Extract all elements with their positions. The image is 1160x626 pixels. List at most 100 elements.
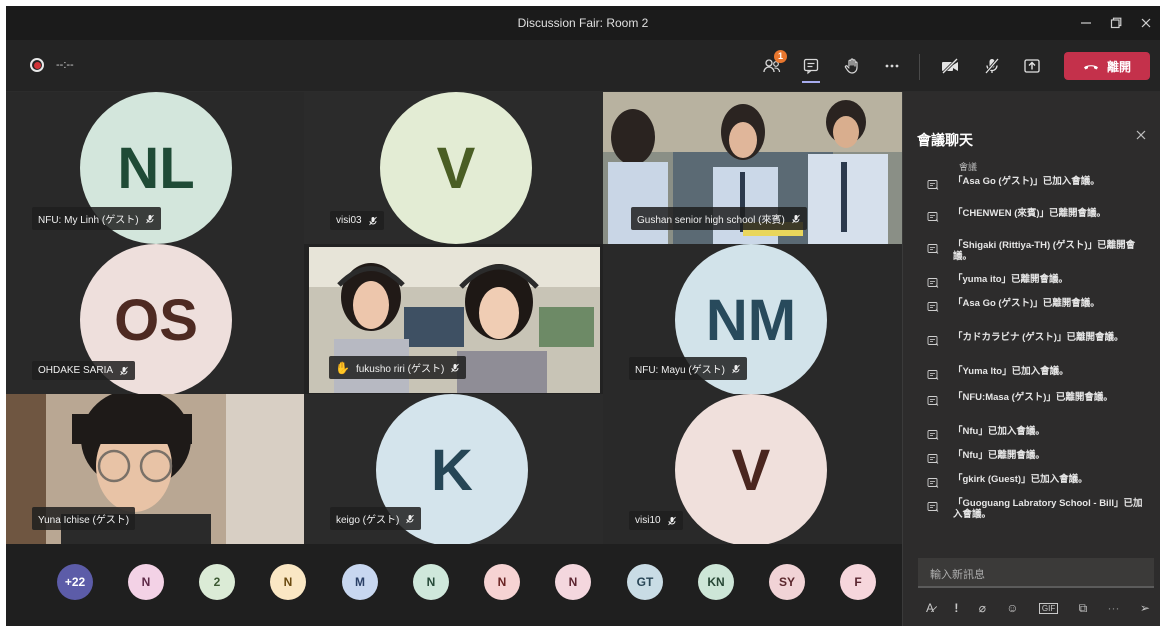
mic-muted-icon bbox=[667, 516, 676, 525]
chat-icon bbox=[803, 58, 819, 75]
participant-initials: SY bbox=[778, 575, 795, 589]
message-compose-input[interactable]: 輸入新訊息 bbox=[918, 558, 1154, 588]
chat-system-message: 「Nfu」已離開會議。 bbox=[927, 450, 1147, 465]
participant-tile[interactable]: V visi10 bbox=[603, 394, 902, 544]
chat-system-message: 「gkirk (Guest)」已加入會議。 bbox=[927, 474, 1147, 489]
avatar-initials: V bbox=[436, 135, 476, 201]
camera-off-icon bbox=[941, 57, 959, 75]
participant-avatar[interactable]: M bbox=[342, 564, 378, 600]
participant-tile[interactable]: K keigo (ゲスト) bbox=[304, 394, 603, 544]
mic-muted-icon bbox=[451, 363, 460, 372]
participants-badge: 1 bbox=[774, 50, 787, 63]
participant-name-label: NFU: My Linh (ゲスト) bbox=[32, 207, 161, 230]
toolbar-separator bbox=[919, 54, 920, 80]
leave-button[interactable]: 離開 bbox=[1064, 52, 1150, 80]
participant-initials: 2 bbox=[213, 575, 221, 589]
participant-avatar[interactable]: GT bbox=[627, 564, 663, 600]
participant-tile[interactable]: V visi03 bbox=[304, 92, 603, 244]
participant-name: Yuna Ichise (ゲスト) bbox=[38, 515, 130, 526]
chat-toggle-button[interactable] bbox=[797, 52, 825, 80]
participant-avatar[interactable]: N bbox=[270, 564, 306, 600]
chat-system-message: 「Yuma Ito」已加入會議。 bbox=[927, 366, 1147, 381]
close-icon[interactable] bbox=[1126, 6, 1160, 40]
important-icon[interactable]: ! bbox=[954, 601, 958, 615]
meeting-event-icon bbox=[927, 180, 939, 190]
chat-system-message: 「CHENWEN (來賓)」已離開會議。 bbox=[927, 208, 1147, 223]
avatar-initials: V bbox=[731, 437, 771, 503]
chat-system-message: 「Shigaki (Rittiya-TH) (ゲスト)」已離開會議。 bbox=[927, 240, 1147, 262]
chat-message-text: 「CHENWEN (來賓)」已離開會議。 bbox=[953, 208, 1107, 219]
participant-initials: N bbox=[141, 575, 151, 589]
mic-toggle-button[interactable] bbox=[978, 52, 1006, 80]
chat-message-text: 「yuma ito」已離開會議。 bbox=[953, 274, 1069, 285]
participant-avatar[interactable]: 2 bbox=[199, 564, 235, 600]
attach-icon[interactable]: ⌀ bbox=[979, 601, 986, 615]
more-options-icon[interactable]: ··· bbox=[1108, 601, 1120, 615]
meeting-event-icon bbox=[927, 302, 939, 312]
chat-system-message: 「NFU:Masa (ゲスト)」已離開會議。 bbox=[927, 392, 1147, 407]
participant-name: NFU: Mayu (ゲスト) bbox=[635, 365, 725, 376]
gif-icon[interactable]: GIF bbox=[1038, 602, 1059, 614]
participant-video-tile[interactable]: Gushan senior high school (來賓) bbox=[603, 92, 902, 244]
participant-tile[interactable]: OS OHDAKE SARIA bbox=[6, 244, 304, 394]
mic-muted-icon bbox=[732, 364, 740, 373]
participants-button[interactable]: 1 bbox=[758, 50, 787, 80]
participant-tile[interactable]: NL NFU: My Linh (ゲスト) bbox=[6, 92, 304, 244]
meeting-event-icon bbox=[927, 430, 939, 440]
participant-avatar[interactable]: N bbox=[484, 564, 520, 600]
participant-initials: N bbox=[568, 575, 578, 589]
participant-avatar[interactable]: N bbox=[555, 564, 591, 600]
participant-video-tile[interactable]: ✋ fukusho riri (ゲスト) bbox=[309, 247, 600, 393]
participant-name: visi03 bbox=[336, 215, 362, 226]
send-icon[interactable]: ➢ bbox=[1140, 601, 1150, 615]
mic-muted-icon bbox=[406, 514, 415, 523]
chat-message-text: 「カドカラビナ (ゲスト)」已離開會議。 bbox=[953, 332, 1124, 343]
mic-muted-icon bbox=[792, 214, 800, 223]
participant-name-label: ✋ fukusho riri (ゲスト) bbox=[329, 356, 467, 379]
camera-toggle-button[interactable] bbox=[936, 52, 964, 80]
avatar-initials: K bbox=[431, 437, 473, 503]
chat-system-message: 「yuma ito」已離開會議。 bbox=[927, 274, 1147, 289]
raise-hand-button[interactable] bbox=[838, 52, 866, 80]
title-bar: Discussion Fair: Room 2 bbox=[6, 6, 1160, 40]
recording-icon bbox=[30, 58, 44, 72]
chat-message-text: 「Asa Go (ゲスト)」已加入會議。 bbox=[953, 176, 1100, 187]
participant-tile[interactable]: NM NFU: Mayu (ゲスト) bbox=[603, 244, 902, 394]
share-tray-icon bbox=[1024, 59, 1040, 73]
participant-initials: F bbox=[854, 575, 862, 589]
participant-avatar[interactable]: N bbox=[128, 564, 164, 600]
participant-name: NFU: My Linh (ゲスト) bbox=[38, 215, 139, 226]
participant-avatar[interactable]: KN bbox=[698, 564, 734, 600]
participant-name-label: visi03 bbox=[330, 211, 384, 230]
meeting-event-icon bbox=[927, 336, 939, 346]
participant-avatar[interactable]: N bbox=[413, 564, 449, 600]
participant-name-label: keigo (ゲスト) bbox=[330, 507, 422, 530]
participant-strip: +22 N 2 N M N N N GT KN SY F bbox=[6, 544, 902, 626]
chat-system-message: 「Nfu」已加入會議。 bbox=[927, 426, 1147, 441]
participant-name: OHDAKE SARIA bbox=[38, 365, 114, 376]
meeting-event-icon bbox=[927, 396, 939, 406]
participant-name-label: OHDAKE SARIA bbox=[32, 361, 136, 380]
participant-avatar[interactable]: SY bbox=[769, 564, 805, 600]
meeting-event-icon bbox=[927, 370, 939, 380]
participant-video-tile[interactable]: Yuna Ichise (ゲスト) bbox=[6, 394, 304, 544]
emoji-icon[interactable]: ☺ bbox=[1006, 601, 1018, 615]
participant-avatar[interactable]: +22 bbox=[57, 564, 93, 600]
participant-initials: N bbox=[283, 575, 293, 589]
share-screen-button[interactable] bbox=[1018, 52, 1046, 80]
meeting-toolbar: --:-- 1 離開 bbox=[6, 40, 1160, 92]
more-actions-button[interactable] bbox=[878, 52, 906, 80]
participant-name-label: visi10 bbox=[629, 511, 683, 530]
avatar-initials: NL bbox=[117, 135, 195, 201]
close-chat-icon[interactable] bbox=[1135, 128, 1147, 144]
participant-initials: M bbox=[355, 575, 365, 589]
participant-name: fukusho riri (ゲスト) bbox=[355, 364, 445, 375]
hand-icon bbox=[844, 58, 858, 74]
chat-message-list[interactable]: 會議 「Asa Go (ゲスト)」已加入會議。 「CHENWEN (來賓)」已離開… bbox=[903, 162, 1160, 542]
sticker-icon[interactable]: ⧉ bbox=[1079, 601, 1088, 616]
mic-muted-icon bbox=[120, 366, 128, 375]
chat-system-message: 「Asa Go (ゲスト)」已加入會議。 bbox=[927, 176, 1147, 191]
format-icon[interactable]: A̷ bbox=[926, 601, 934, 615]
teams-meeting-window: Discussion Fair: Room 2 --:-- 1 離開 NL NF… bbox=[6, 6, 1160, 626]
participant-avatar[interactable]: F bbox=[840, 564, 876, 600]
